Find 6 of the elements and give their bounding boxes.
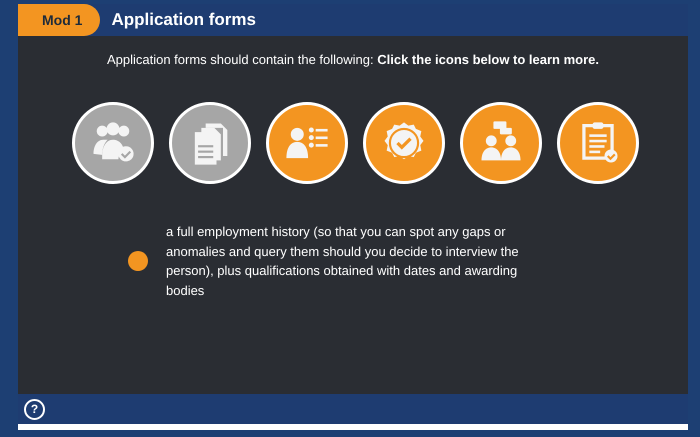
help-button[interactable]: ? xyxy=(24,398,45,420)
page-title: Application forms xyxy=(111,10,256,30)
bullet-dot xyxy=(128,251,148,271)
module-label: Mod 1 xyxy=(18,4,100,36)
detail-text: a full employment history (so that you can spot any gaps or anomalies and query them should you decide to interview the person), plus qualifications obtained with dates and awarding bodies xyxy=(166,223,520,300)
instruction-text: Application forms should contain the following: Click the icons below to learn more. xyxy=(106,52,600,67)
